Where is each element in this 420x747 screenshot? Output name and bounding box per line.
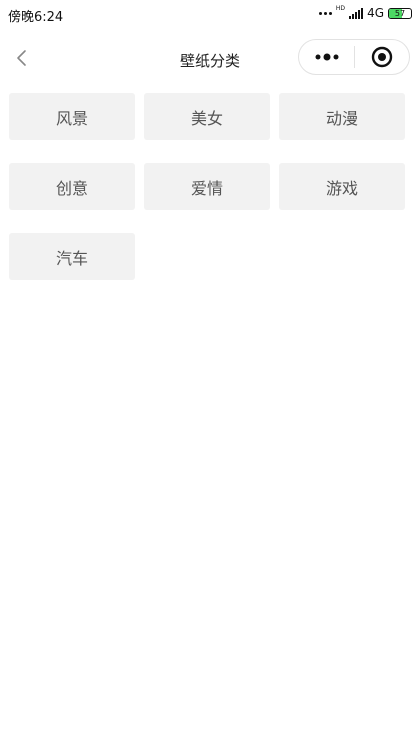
nav-bar: 壁纸分类 [0,30,420,88]
target-circle-icon [371,46,393,68]
category-button[interactable]: 动漫 [279,93,405,140]
status-indicators: HD 4G 57 [318,5,412,20]
status-time: 傍晚6:24 [8,10,64,25]
category-button[interactable]: 风景 [9,93,135,140]
status-bar: 傍晚6:24 HD 4G 57 [0,0,420,30]
capsule-menu [298,39,410,75]
more-dots-icon [315,53,338,61]
category-button[interactable]: 游戏 [279,163,405,210]
category-button[interactable]: 爱情 [144,163,270,210]
category-button[interactable]: 美女 [144,93,270,140]
close-button[interactable] [355,40,409,74]
category-grid: 风景 美女 动漫 创意 爱情 游戏 汽车 [9,93,411,280]
network-label: 4G [367,6,384,20]
category-button[interactable]: 汽车 [9,233,135,280]
category-button[interactable]: 创意 [9,163,135,210]
more-button[interactable] [299,40,354,74]
signal-icon [349,7,364,19]
battery-icon: 57 [388,7,412,19]
battery-level: 57 [394,8,406,18]
hd-label: HD [335,5,346,12]
more-dots-icon [318,11,332,15]
